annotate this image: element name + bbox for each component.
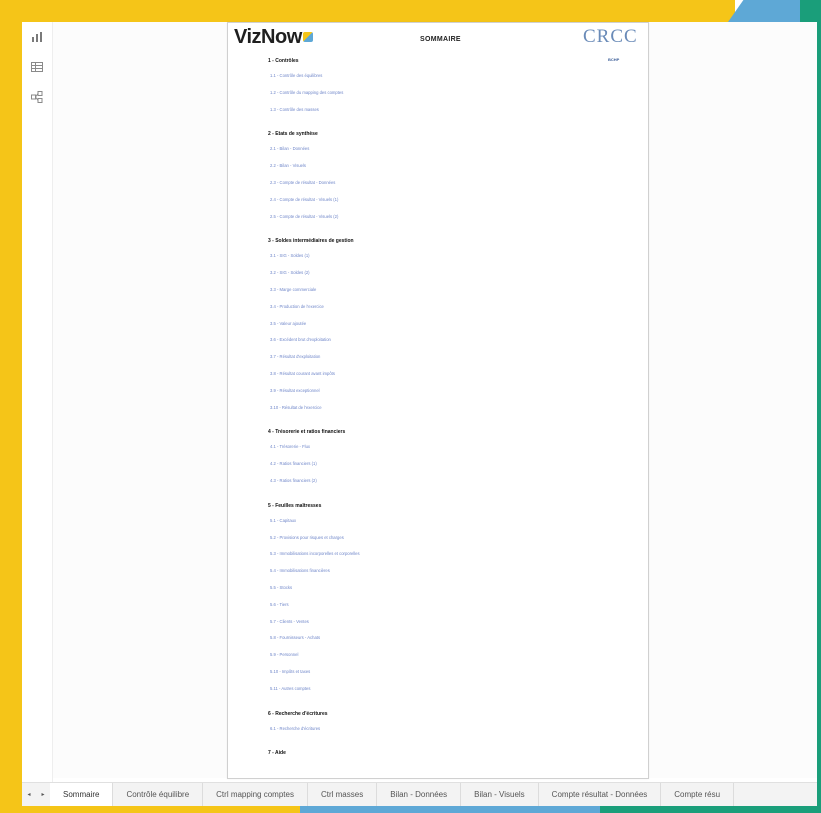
toc-section-heading: 7 - Aide bbox=[268, 750, 286, 757]
page-tab[interactable]: Bilan - Visuels bbox=[461, 783, 539, 806]
toc-section-heading: 1 - Contrôles bbox=[268, 58, 299, 64]
toc-link[interactable]: 3.10 - Résultat de l'exercice bbox=[268, 400, 628, 417]
toc-section-heading: 3 - Soldes intermédiaires de gestion bbox=[268, 238, 354, 245]
page-tab[interactable]: Sommaire bbox=[50, 783, 114, 806]
page-title: SOMMAIRE bbox=[420, 36, 461, 43]
toc-link[interactable]: 3.6 - Excédent brut d'exploitation bbox=[268, 332, 628, 349]
toc-section-heading: 2 - Etats de synthèse bbox=[268, 131, 318, 138]
frame-band-bottom-green bbox=[600, 805, 821, 813]
toc-link[interactable]: 4.1 - Trésorerie - Flux bbox=[268, 439, 628, 456]
powerbi-app: VizNow SOMMAIRE CRCC BCHP 1 - Contrôles 1… bbox=[22, 22, 817, 806]
toc-spacer bbox=[268, 490, 628, 500]
toc-link[interactable]: 6.1 - Recherche d'écritures bbox=[268, 721, 628, 738]
toc-link[interactable]: 5.6 - Tiers bbox=[268, 597, 628, 614]
logo-mark-icon bbox=[302, 32, 313, 42]
table-view-icon[interactable] bbox=[22, 52, 52, 82]
frame-band-yellow bbox=[0, 0, 735, 22]
toc-section-heading: 6 - Recherche d'écritures bbox=[268, 710, 328, 717]
toc-link[interactable]: 5.4 - Immobilisations financières bbox=[268, 563, 628, 580]
toc-link[interactable]: 3.7 - Résultat d'exploitation bbox=[268, 349, 628, 366]
toc-link[interactable]: 5.11 - Autres comptes bbox=[268, 681, 628, 698]
toc-section-heading: 4 - Trésorerie et ratios financiers bbox=[268, 429, 346, 436]
toc-link[interactable]: 5.1 - Capitaux bbox=[268, 513, 628, 530]
toc-link[interactable]: 5.7 - Clients - Ventes bbox=[268, 614, 628, 631]
toc-link[interactable]: 4.2 - Ratios financiers (1) bbox=[268, 456, 628, 473]
toc-link[interactable]: 3.5 - Valeur ajoutée bbox=[268, 316, 628, 333]
toc-link[interactable]: 5.10 - Impôts et taxes bbox=[268, 664, 628, 681]
toc-link[interactable]: 1.3 - Contrôle des masses bbox=[268, 102, 628, 119]
viznow-logo: VizNow bbox=[234, 26, 313, 49]
toc-link[interactable]: 4.3 - Ratios financiers (2) bbox=[268, 473, 628, 490]
page-tab[interactable]: Compte résultat - Données bbox=[539, 783, 662, 806]
toc-link[interactable]: 3.4 - Production de l'exercice bbox=[268, 299, 628, 316]
toc-spacer bbox=[268, 760, 628, 770]
toc-link[interactable]: 5.5 - Stocks bbox=[268, 580, 628, 597]
toc-link[interactable]: 3.3 - Marge commerciale bbox=[268, 282, 628, 299]
page-tab[interactable]: Ctrl mapping comptes bbox=[203, 783, 308, 806]
view-rail bbox=[22, 22, 53, 782]
toc-link[interactable]: 1.2 - Contrôle du mapping des comptes bbox=[268, 85, 628, 102]
toc-link[interactable]: 3.1 - SIG - Soldes (1) bbox=[268, 248, 628, 265]
page-tab[interactable]: Bilan - Données bbox=[377, 783, 462, 806]
tabs-next-button[interactable]: ▸ bbox=[36, 791, 50, 798]
page-tab[interactable]: Ctrl masses bbox=[308, 783, 378, 806]
frame-band-bottom-blue bbox=[300, 805, 620, 813]
toc-section-heading: 5 - Feuilles maîtresses bbox=[268, 502, 322, 509]
toc-spacer bbox=[268, 118, 628, 128]
toc-link[interactable]: 3.9 - Résultat exceptionnel bbox=[268, 383, 628, 400]
tabs-prev-button[interactable]: ◂ bbox=[22, 791, 36, 798]
toc-link[interactable]: 2.3 - Compte de résultat - Données bbox=[268, 175, 628, 192]
toc-link[interactable]: 5.2 - Provisions pour risques et charges bbox=[268, 530, 628, 547]
toc-link[interactable]: 3.8 - Résultat courant avant impôts bbox=[268, 366, 628, 383]
toc-link[interactable]: 2.1 - Bilan - Données bbox=[268, 141, 628, 158]
toc-link[interactable]: 1.1 - Contrôle des équilibres bbox=[268, 68, 628, 85]
page-tabs: Sommaire Contrôle équilibre Ctrl mapping c… bbox=[50, 783, 735, 806]
report-page: VizNow SOMMAIRE CRCC BCHP 1 - Contrôles 1… bbox=[227, 22, 649, 779]
page-tab[interactable]: Contrôle équilibre bbox=[113, 783, 204, 806]
page-tab-bar: ◂ ▸ Sommaire Contrôle équilibre Ctrl mappi… bbox=[22, 782, 817, 806]
toc-link[interactable]: 5.3 - Immobilisations incorporelles et c… bbox=[268, 546, 628, 563]
crcc-logo: CRCC bbox=[583, 26, 638, 47]
toc-link[interactable]: 5.8 - Fournisseurs - Achats bbox=[268, 630, 628, 647]
toc-spacer bbox=[268, 737, 628, 747]
toc-link[interactable]: 2.5 - Compte de résultat - Visuels (2) bbox=[268, 209, 628, 226]
frame-band-right bbox=[817, 10, 821, 813]
logo-text: VizNow bbox=[234, 26, 302, 48]
toc-spacer bbox=[268, 416, 628, 426]
report-view-icon[interactable] bbox=[22, 22, 52, 52]
page-tab[interactable]: Compte résu bbox=[661, 783, 735, 806]
toc-link[interactable]: 2.4 - Compte de résultat - Visuels (1) bbox=[268, 192, 628, 209]
toc-spacer bbox=[268, 698, 628, 708]
frame-band-bottom-yellow bbox=[0, 805, 310, 813]
toc-spacer bbox=[268, 225, 628, 235]
frame-band-left bbox=[0, 0, 22, 813]
toc-link[interactable]: 3.2 - SIG - Soldes (2) bbox=[268, 265, 628, 282]
model-view-icon[interactable] bbox=[22, 82, 52, 112]
toc-link[interactable]: 5.9 - Personnel bbox=[268, 647, 628, 664]
toc-link[interactable]: 2.2 - Bilan - Visuels bbox=[268, 158, 628, 175]
table-of-contents: 1 - Contrôles 1.1 - Contrôle des équilibr… bbox=[268, 55, 628, 770]
report-canvas: VizNow SOMMAIRE CRCC BCHP 1 - Contrôles 1… bbox=[53, 22, 817, 779]
